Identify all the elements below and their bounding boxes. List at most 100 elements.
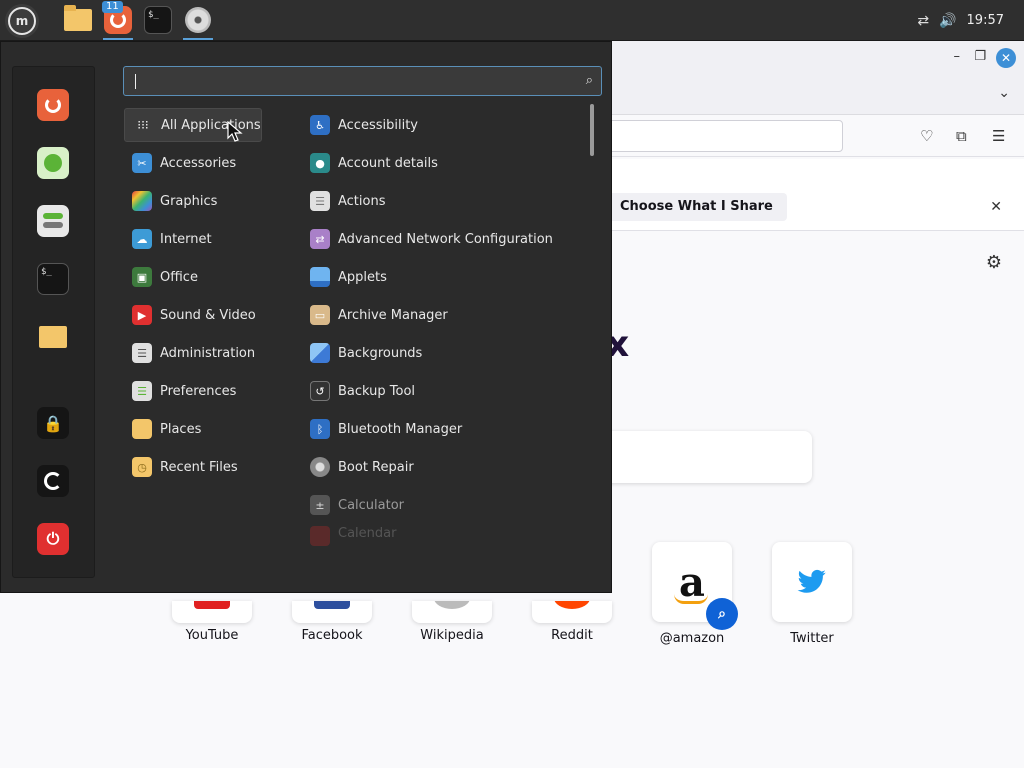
calculator-icon: ± xyxy=(310,495,330,515)
category-sound-video[interactable]: ▶ Sound & Video xyxy=(124,298,294,332)
settings-icon xyxy=(43,213,63,229)
app-archive-manager[interactable]: ▭ Archive Manager xyxy=(302,298,582,332)
category-recent-files[interactable]: ◷ Recent Files xyxy=(124,450,294,484)
app-account-details[interactable]: ● Account details xyxy=(302,146,582,180)
app-label: Boot Repair xyxy=(338,459,414,475)
search-icon: ⌕ xyxy=(585,73,593,88)
list-all-tabs-icon[interactable]: ⌄ xyxy=(998,85,1010,101)
network-disconnected-icon[interactable]: ⇄ xyxy=(917,13,929,29)
power-button[interactable]: ⏻ xyxy=(37,523,69,555)
extensions-icon[interactable]: ⧉ xyxy=(956,127,967,145)
logout-icon xyxy=(44,472,62,490)
top-site-twitter[interactable]: Twitter xyxy=(772,542,852,646)
pocket-icon[interactable]: ♡ xyxy=(920,127,933,145)
category-label: Office xyxy=(160,269,198,285)
terminal-favorite-button[interactable]: $_ xyxy=(37,263,69,295)
disc-launcher[interactable] xyxy=(180,2,216,40)
preferences-icon: ☰ xyxy=(132,381,152,401)
category-administration[interactable]: ☰ Administration xyxy=(124,336,294,370)
amazon-tile[interactable]: a ⌕ xyxy=(652,542,738,630)
terminal-icon: $_ xyxy=(41,267,52,277)
top-site-amazon[interactable]: a ⌕ @amazon xyxy=(652,542,738,646)
play-icon: ▶ xyxy=(132,305,152,325)
hamburger-menu-icon[interactable]: ☰ xyxy=(992,127,1005,145)
app-label: Backgrounds xyxy=(338,345,423,361)
files-favorite-button[interactable] xyxy=(37,321,69,353)
category-label: Accessories xyxy=(160,155,237,171)
app-calendar[interactable]: Calendar xyxy=(302,526,582,546)
firefox-launcher[interactable]: 11 xyxy=(100,1,136,40)
maximize-icon[interactable]: ❐ xyxy=(974,49,986,64)
top-site-label: Facebook xyxy=(301,628,363,643)
app-accessibility[interactable]: ♿ Accessibility xyxy=(302,108,582,142)
menu-search-field[interactable]: ⌕ xyxy=(123,66,602,96)
scissors-icon: ✂ xyxy=(132,153,152,173)
gear-icon[interactable]: ⚙ xyxy=(986,252,1002,273)
choose-what-i-share-button[interactable]: Choose What I Share xyxy=(606,193,787,221)
app-boot-repair[interactable]: Boot Repair xyxy=(302,450,582,484)
app-label: Account details xyxy=(338,155,438,171)
category-office[interactable]: ▣ Office xyxy=(124,260,294,294)
files-launcher[interactable] xyxy=(60,2,96,38)
calculator-icon xyxy=(44,154,62,172)
disc-icon xyxy=(185,7,211,33)
app-label: Applets xyxy=(338,269,387,285)
app-backup-tool[interactable]: ↺ Backup Tool xyxy=(302,374,582,408)
backgrounds-icon xyxy=(310,343,330,363)
menu-button[interactable]: m xyxy=(5,4,39,38)
calendar-icon xyxy=(310,526,330,546)
url-bar[interactable] xyxy=(580,120,843,152)
web-search-box[interactable] xyxy=(590,431,812,483)
firefox-favorite-button[interactable] xyxy=(37,89,69,121)
category-places[interactable]: Places xyxy=(124,412,294,446)
twitter-tile[interactable] xyxy=(772,542,852,622)
category-label: Places xyxy=(160,421,202,437)
volume-icon[interactable]: 🔊 xyxy=(939,13,956,29)
app-bluetooth-manager[interactable]: ᛒ Bluetooth Manager xyxy=(302,412,582,446)
twitter-bird-icon xyxy=(797,569,826,593)
app-backgrounds[interactable]: Backgrounds xyxy=(302,336,582,370)
app-applets[interactable]: Applets xyxy=(302,260,582,294)
top-site-facebook[interactable]: Facebook xyxy=(292,619,372,643)
top-site-label: @amazon xyxy=(659,631,725,646)
minimize-icon[interactable]: – xyxy=(954,49,961,64)
top-site-youtube[interactable]: YouTube xyxy=(172,619,252,643)
mint-logo-icon: m xyxy=(8,7,36,35)
lock-screen-button[interactable]: 🔒 xyxy=(37,407,69,439)
calculator-favorite-button[interactable] xyxy=(37,147,69,179)
backup-icon: ↺ xyxy=(310,381,330,401)
folder-icon xyxy=(132,419,152,439)
mouse-cursor-icon xyxy=(227,121,243,142)
close-window-button[interactable]: ✕ xyxy=(996,48,1016,68)
category-label: Internet xyxy=(160,231,212,247)
category-internet[interactable]: ☁ Internet xyxy=(124,222,294,256)
app-calculator[interactable]: ± Calculator xyxy=(302,488,582,522)
office-icon: ▣ xyxy=(132,267,152,287)
top-panel: m 11 $_ ⇄ 🔊 19:57 xyxy=(0,0,1024,41)
apps-scrollbar[interactable] xyxy=(590,104,594,156)
logout-button[interactable] xyxy=(37,465,69,497)
app-label: Bluetooth Manager xyxy=(338,421,463,437)
category-label: Graphics xyxy=(160,193,218,209)
category-accessories[interactable]: ✂ Accessories xyxy=(124,146,294,180)
amazon-smile xyxy=(674,594,708,604)
settings-favorite-button[interactable] xyxy=(37,205,69,237)
category-label: Sound & Video xyxy=(160,307,256,323)
terminal-launcher[interactable]: $_ xyxy=(140,2,176,38)
boot-repair-icon xyxy=(310,457,330,477)
top-site-label: Wikipedia xyxy=(420,628,484,643)
grid-icon: ⁝⁝⁝ xyxy=(137,118,149,132)
folder-icon xyxy=(39,326,67,348)
app-advanced-network-configuration[interactable]: ⇄ Advanced Network Configuration xyxy=(302,222,582,256)
category-preferences[interactable]: ☰ Preferences xyxy=(124,374,294,408)
applets-icon xyxy=(310,267,330,287)
top-site-wikipedia[interactable]: Wikipedia xyxy=(412,619,492,643)
app-actions[interactable]: ☰ Actions xyxy=(302,184,582,218)
top-site-reddit[interactable]: Reddit xyxy=(532,619,612,643)
category-graphics[interactable]: Graphics xyxy=(124,184,294,218)
search-icon[interactable]: ⌕ xyxy=(706,598,738,630)
close-notification-icon[interactable]: ✕ xyxy=(990,199,1002,215)
app-label: Backup Tool xyxy=(338,383,416,399)
clock[interactable]: 19:57 xyxy=(967,13,1004,28)
text-caret xyxy=(135,74,136,89)
